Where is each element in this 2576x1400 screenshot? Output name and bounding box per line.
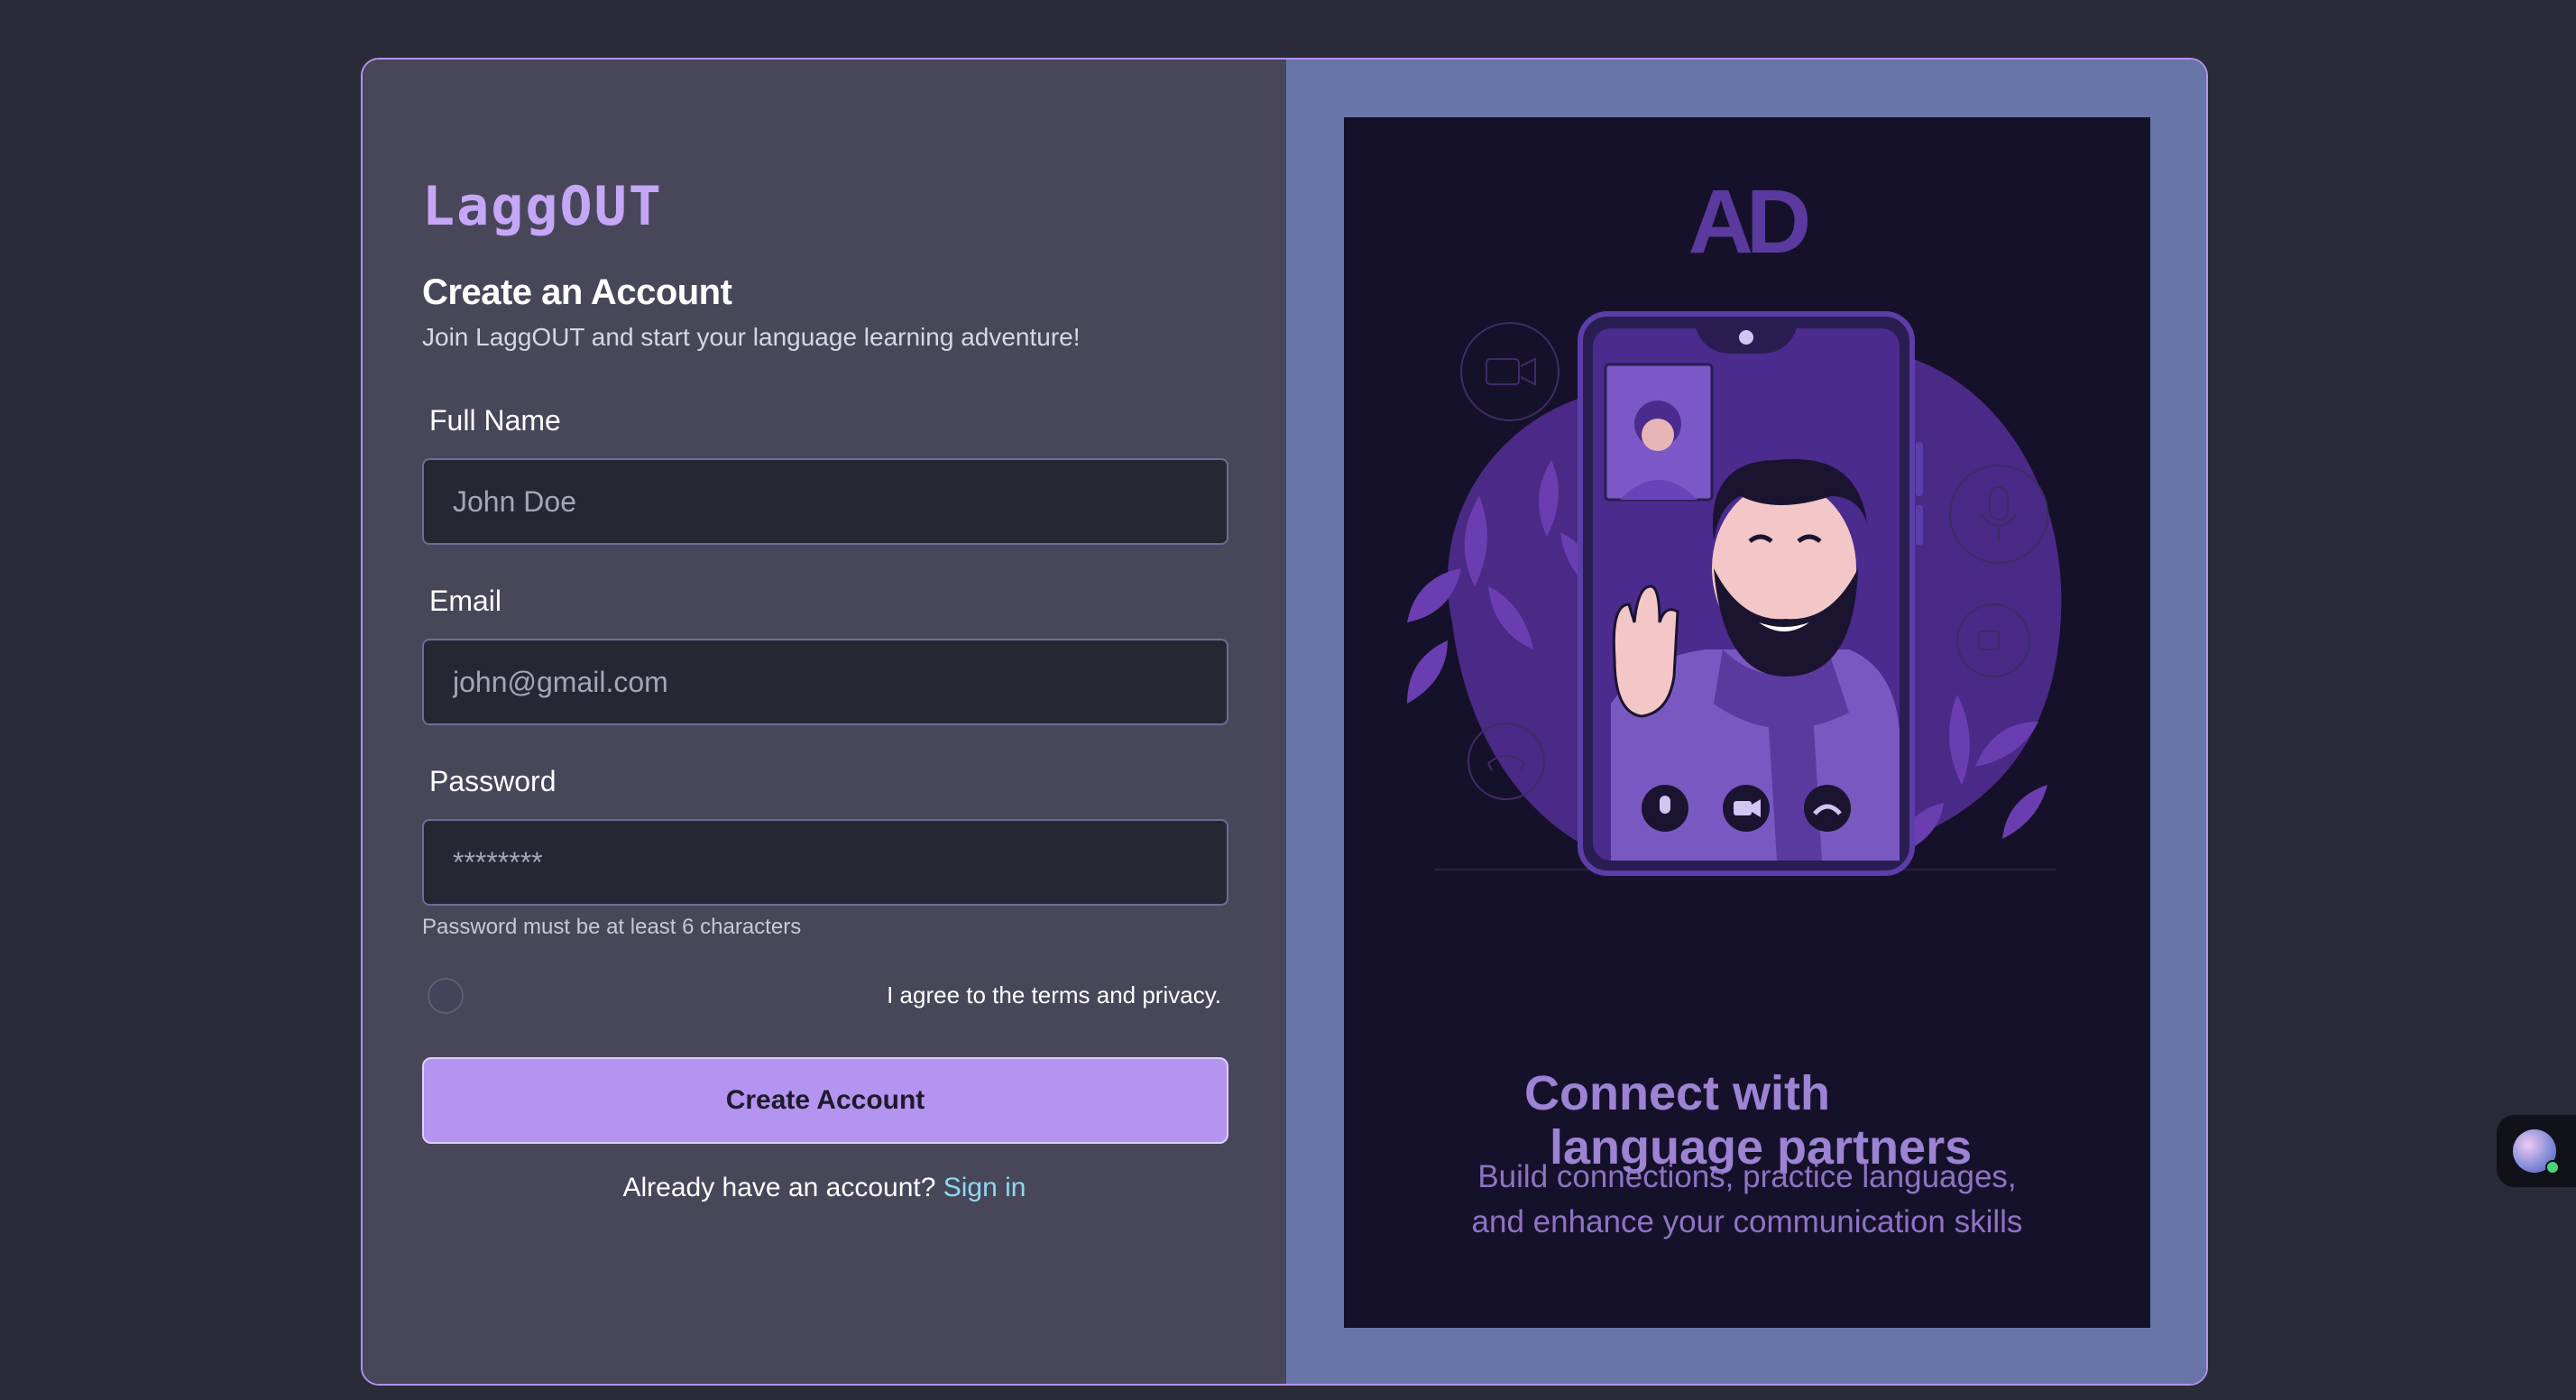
signup-card: LaggOUT Create an Account Join LaggOUT a… (361, 58, 2208, 1386)
brand-logo: LaggOUT (422, 175, 663, 238)
signin-prompt: Already have an account? (622, 1173, 936, 1202)
promo-title-line1: Connect with (1524, 1066, 1830, 1120)
signup-form-panel: LaggOUT Create an Account Join LaggOUT a… (363, 60, 1286, 1384)
create-account-button[interactable]: Create Account (422, 1057, 1228, 1144)
signin-link[interactable]: Sign in (943, 1173, 1026, 1202)
signin-row: Already have an account? Sign in (363, 1173, 1286, 1203)
promo-illustration-card: AD Connect with language partners Build … (1344, 117, 2150, 1328)
terms-checkbox[interactable] (428, 978, 464, 1014)
terms-label: I agree to the terms and privacy. (887, 981, 1221, 1009)
online-status-dot (2545, 1160, 2560, 1174)
page-title: Create an Account (422, 272, 732, 312)
email-input[interactable] (422, 639, 1228, 725)
full-name-input[interactable] (422, 458, 1228, 545)
password-label: Password (429, 765, 557, 797)
password-input[interactable] (422, 819, 1228, 906)
promo-subtitle: Build connections, practice languages, a… (1344, 1155, 2150, 1245)
email-label: Email (429, 585, 502, 617)
promo-subtitle-line2: and enhance your communication skills (1471, 1204, 2023, 1239)
assistant-avatar-button[interactable] (2497, 1115, 2576, 1187)
call-controls (1642, 785, 1851, 832)
full-name-label: Full Name (429, 404, 561, 437)
promo-panel: AD Connect with language partners Build … (1286, 60, 2206, 1384)
promo-subtitle-line1: Build connections, practice languages, (1477, 1159, 2017, 1194)
password-hint: Password must be at least 6 characters (422, 915, 802, 939)
ad-logo: AD (1688, 171, 1808, 272)
page-subtitle: Join LaggOUT and start your language lea… (422, 323, 1081, 351)
